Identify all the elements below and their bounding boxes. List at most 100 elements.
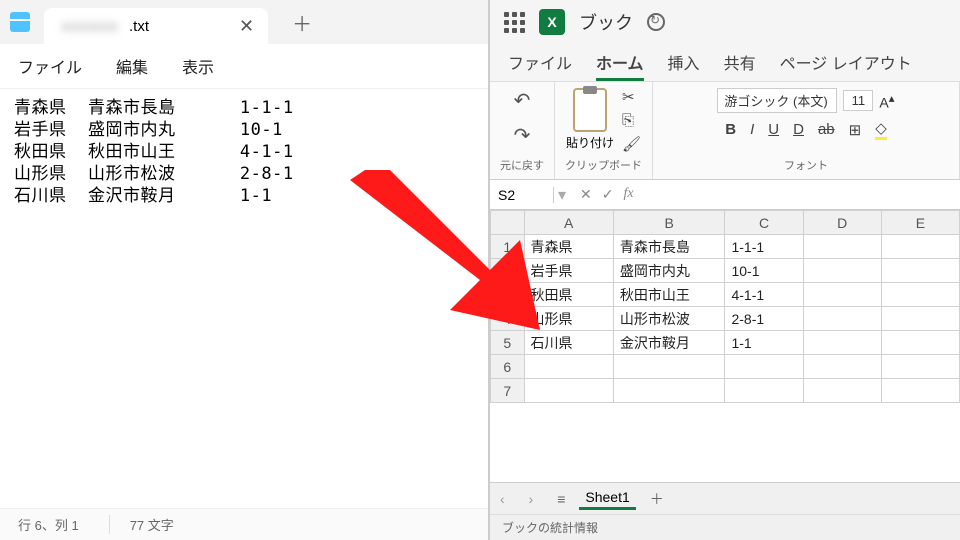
cell[interactable] xyxy=(803,283,881,307)
notepad-app-icon xyxy=(10,12,30,32)
excel-titlebar: X ブック xyxy=(490,0,960,44)
cell[interactable] xyxy=(881,307,959,331)
row-header[interactable]: 4 xyxy=(491,307,525,331)
cell[interactable]: 1-1 xyxy=(725,331,803,355)
sheet-nav-icon[interactable]: ‹ › xyxy=(500,491,543,507)
col-header[interactable]: A xyxy=(524,211,613,235)
row-header[interactable]: 2 xyxy=(491,259,525,283)
font-name-select[interactable]: 游ゴシック (本文) xyxy=(717,88,837,113)
cancel-icon[interactable]: ✕ xyxy=(580,186,592,203)
notepad-textarea[interactable]: 青森県 青森市長島 1-1-1 岩手県 盛岡市内丸 10-1 秋田県 秋田市山王… xyxy=(0,89,488,508)
excel-statusbar: ブックの統計情報 xyxy=(490,514,960,540)
app-launcher-icon[interactable] xyxy=(504,12,525,33)
copy-icon[interactable]: ⎘ xyxy=(622,112,641,129)
group-font: 游ゴシック (本文) 11 A▴ B I U D ab ⊞ ◇ フォント xyxy=(653,82,960,179)
excel-logo-icon: X xyxy=(539,9,565,35)
strikethrough-button[interactable]: ab xyxy=(818,121,835,138)
row-header[interactable]: 5 xyxy=(491,331,525,355)
tab-insert[interactable]: 挿入 xyxy=(668,50,700,81)
cell[interactable] xyxy=(881,259,959,283)
cell[interactable] xyxy=(803,235,881,259)
cell[interactable] xyxy=(524,355,613,379)
cut-icon[interactable]: ✂ xyxy=(622,88,641,106)
col-header[interactable]: D xyxy=(803,211,881,235)
italic-button[interactable]: I xyxy=(750,121,754,138)
bold-button[interactable]: B xyxy=(725,121,736,138)
undo-icon[interactable]: ↶ xyxy=(514,88,531,113)
cell[interactable]: 青森県 xyxy=(524,235,613,259)
cell[interactable] xyxy=(881,235,959,259)
font-size-select[interactable]: 11 xyxy=(843,90,873,111)
row-header[interactable]: 7 xyxy=(491,379,525,403)
cell[interactable]: 秋田県 xyxy=(524,283,613,307)
cell[interactable] xyxy=(524,379,613,403)
cell[interactable] xyxy=(803,355,881,379)
cell[interactable] xyxy=(613,355,725,379)
paste-icon[interactable] xyxy=(573,88,607,132)
formula-bar: S2 ▾ ✕ ✓ fx xyxy=(490,180,960,210)
redo-icon[interactable]: ↷ xyxy=(514,123,531,148)
group-font-label: フォント xyxy=(784,157,828,173)
tab-file[interactable]: ファイル xyxy=(508,50,572,81)
cell[interactable]: 4-1-1 xyxy=(725,283,803,307)
col-header[interactable]: E xyxy=(881,211,959,235)
row-header[interactable]: 3 xyxy=(491,283,525,307)
cell[interactable] xyxy=(725,379,803,403)
status-position: 行 6、列 1 xyxy=(18,515,79,534)
cell[interactable] xyxy=(725,355,803,379)
paste-label: 貼り付け xyxy=(566,134,614,151)
sheet-tab[interactable]: Sheet1 xyxy=(579,487,635,510)
cell[interactable]: 10-1 xyxy=(725,259,803,283)
enter-icon[interactable]: ✓ xyxy=(602,186,614,203)
sheet-list-icon[interactable]: ≡ xyxy=(557,491,565,507)
cell[interactable] xyxy=(881,283,959,307)
row-header[interactable]: 6 xyxy=(491,355,525,379)
cell[interactable] xyxy=(803,379,881,403)
cell[interactable]: 秋田市山王 xyxy=(613,283,725,307)
cell[interactable] xyxy=(881,355,959,379)
notepad-tab[interactable]: xxxxxx.txt ✕ xyxy=(44,8,268,44)
cell[interactable] xyxy=(803,307,881,331)
close-tab-icon[interactable]: ✕ xyxy=(239,16,254,37)
row-header[interactable]: 1 xyxy=(491,235,525,259)
col-header[interactable]: B xyxy=(613,211,725,235)
group-clipboard-label: クリップボード xyxy=(565,157,642,173)
cell[interactable]: 金沢市鞍月 xyxy=(613,331,725,355)
tab-share[interactable]: 共有 xyxy=(724,50,756,81)
cell[interactable]: 山形県 xyxy=(524,307,613,331)
tab-pagelayout[interactable]: ページ レイアウト xyxy=(780,50,912,81)
add-sheet-icon[interactable]: ＋ xyxy=(650,489,664,509)
cell[interactable] xyxy=(803,331,881,355)
sync-icon[interactable] xyxy=(647,13,665,31)
status-charcount: 77 文字 xyxy=(109,515,174,534)
group-undo-label: 元に戻す xyxy=(500,157,544,173)
cell[interactable]: 青森市長島 xyxy=(613,235,725,259)
col-header[interactable]: C xyxy=(725,211,803,235)
cell[interactable] xyxy=(881,379,959,403)
cell[interactable] xyxy=(803,259,881,283)
menu-file[interactable]: ファイル xyxy=(18,54,82,78)
spreadsheet-grid[interactable]: ABCDE 1青森県青森市長島1-1-1 2岩手県盛岡市内丸10-1 3秋田県秋田市山… xyxy=(490,210,960,482)
cell[interactable]: 山形市松波 xyxy=(613,307,725,331)
fill-color-button[interactable]: ◇ xyxy=(875,119,887,140)
cell[interactable]: 盛岡市内丸 xyxy=(613,259,725,283)
new-tab-button[interactable]: ＋ xyxy=(292,8,312,37)
cell[interactable]: 石川県 xyxy=(524,331,613,355)
name-box[interactable]: S2 xyxy=(490,187,554,203)
cell[interactable]: 1-1-1 xyxy=(725,235,803,259)
cell[interactable]: 岩手県 xyxy=(524,259,613,283)
cell[interactable] xyxy=(881,331,959,355)
filename-blurred: xxxxxx xyxy=(62,18,119,35)
border-button[interactable]: ⊞ xyxy=(849,121,862,139)
menu-view[interactable]: 表示 xyxy=(182,54,214,78)
group-undo: ↶ ↷ 元に戻す xyxy=(490,82,555,179)
double-underline-button[interactable]: D xyxy=(793,121,804,138)
format-painter-icon[interactable]: 🖌 xyxy=(622,135,641,153)
tab-home[interactable]: ホーム xyxy=(596,50,644,81)
underline-button[interactable]: U xyxy=(768,121,779,138)
fx-icon[interactable]: fx xyxy=(624,186,634,203)
menu-edit[interactable]: 編集 xyxy=(116,54,148,78)
cell[interactable]: 2-8-1 xyxy=(725,307,803,331)
font-grow-icon[interactable]: A▴ xyxy=(879,91,894,111)
cell[interactable] xyxy=(613,379,725,403)
